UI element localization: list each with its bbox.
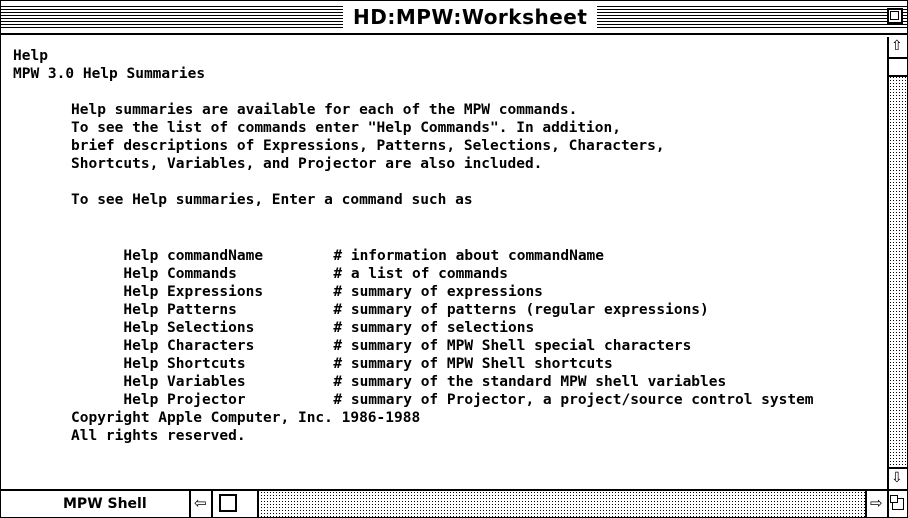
command-name: Help Projector <box>123 392 246 408</box>
intro-line: To see the list of commands enter "Help … <box>71 120 621 136</box>
intro-line: Help summaries are available for each of… <box>71 102 578 118</box>
worksheet-window: HD:MPW:Worksheet Help MPW 3.0 Help Summa… <box>0 0 908 518</box>
scroll-up-button[interactable]: ⇧ <box>889 37 907 59</box>
command-desc: # summary of Projector, a project/source… <box>333 392 814 408</box>
scroll-left-button[interactable]: ⇦ <box>191 491 213 517</box>
rights-line: All rights reserved. <box>71 428 246 444</box>
copyright-line: Copyright Apple Computer, Inc. 1986-1988 <box>71 410 421 426</box>
help-heading: Help <box>13 48 48 64</box>
left-arrow-icon: ⇦ <box>194 494 207 512</box>
vertical-scrollbar[interactable]: ⇧ ⇩ <box>887 37 907 489</box>
text-editor[interactable]: Help MPW 3.0 Help Summaries Help summari… <box>1 37 887 489</box>
horizontal-scrollbar[interactable]: ⇦ ⇨ <box>191 491 887 517</box>
title-bar[interactable]: HD:MPW:Worksheet <box>1 1 907 35</box>
help-subheading: MPW 3.0 Help Summaries <box>13 66 206 82</box>
down-arrow-icon: ⇩ <box>891 470 903 486</box>
status-label[interactable]: MPW Shell <box>63 494 147 514</box>
window-title: HD:MPW:Worksheet <box>343 3 598 31</box>
scroll-down-button[interactable]: ⇩ <box>889 467 907 489</box>
instruction-line: To see Help summaries, Enter a command s… <box>71 192 473 208</box>
grow-box-icon[interactable] <box>887 491 907 517</box>
up-arrow-icon: ⇧ <box>891 38 903 54</box>
right-arrow-icon: ⇨ <box>870 494 883 512</box>
intro-line: brief descriptions of Expressions, Patte… <box>71 138 665 154</box>
horizontal-scroll-thumb[interactable] <box>213 491 259 517</box>
zoom-box-icon[interactable] <box>887 8 903 24</box>
intro-line: Shortcuts, Variables, and Projector are … <box>71 156 543 172</box>
scroll-right-button[interactable]: ⇨ <box>865 491 887 517</box>
status-bar: MPW Shell ⇦ ⇨ <box>1 489 907 517</box>
vertical-scroll-thumb[interactable] <box>889 59 907 77</box>
